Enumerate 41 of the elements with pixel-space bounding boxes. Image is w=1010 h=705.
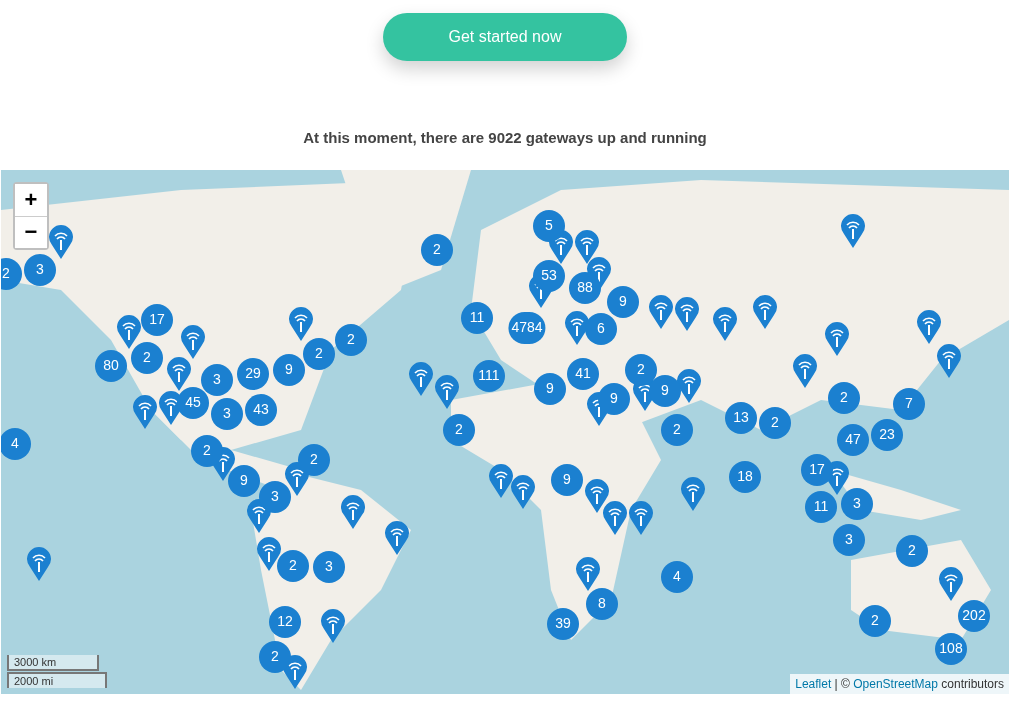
gateway-pin-icon[interactable] — [49, 224, 73, 259]
gateway-pin-icon[interactable] — [917, 309, 941, 344]
gateway-pin-icon[interactable] — [681, 476, 705, 511]
get-started-button[interactable]: Get started now — [383, 13, 627, 61]
gateway-pin-icon[interactable] — [629, 500, 653, 535]
gateway-pin-icon[interactable] — [257, 536, 281, 571]
gateway-pin-icon[interactable] — [385, 520, 409, 555]
gateway-pin-icon[interactable] — [117, 314, 141, 349]
gateway-pin-icon[interactable] — [321, 608, 345, 643]
gateway-pin-icon[interactable] — [289, 306, 313, 341]
gateway-pin-icon[interactable] — [435, 374, 459, 409]
gateway-pin-icon[interactable] — [27, 546, 51, 581]
gateway-pin-icon[interactable] — [825, 321, 849, 356]
attribution-text: Leaflet | © OpenStreetMap contributors — [790, 673, 1009, 694]
gateway-pin-icon[interactable] — [793, 353, 817, 388]
attribution-link[interactable]: Leaflet — [795, 676, 832, 691]
gateway-pin-icon[interactable] — [713, 306, 737, 341]
gateway-pin-icon[interactable] — [677, 368, 701, 403]
gateway-pin-icon[interactable] — [841, 213, 865, 248]
gateway-pin-icon[interactable] — [565, 310, 589, 345]
gateway-pin-icon[interactable] — [649, 294, 673, 329]
gateway-pin-icon[interactable] — [937, 343, 961, 378]
gateway-pin-icon[interactable] — [585, 478, 609, 513]
gateway-pin-icon[interactable] — [133, 394, 157, 429]
gateway-pin-icon[interactable] — [753, 294, 777, 329]
gateway-pin-icon[interactable] — [675, 296, 699, 331]
gateway-pin-icon[interactable] — [409, 361, 433, 396]
gateway-pin-icon[interactable] — [575, 229, 599, 264]
attribution-link[interactable]: OpenStreetMap — [853, 676, 938, 691]
gateway-pin-icon[interactable] — [576, 556, 600, 591]
scale-label: 2000 mi — [7, 671, 107, 688]
gateway-pin-icon[interactable] — [489, 463, 513, 498]
gateway-pin-icon[interactable] — [181, 324, 205, 359]
zoom-out-button[interactable]: − — [15, 215, 47, 248]
gateway-count-heading: At this moment, there are 9022 gateways up and running — [303, 128, 707, 148]
gateway-pin-icon[interactable] — [603, 500, 627, 535]
scale-label: 3000 km — [7, 654, 99, 671]
gateway-pin-icon[interactable] — [939, 566, 963, 601]
gateway-pin-icon[interactable] — [341, 494, 365, 529]
gateway-pin-icon[interactable] — [167, 356, 191, 391]
gateway-pin-icon[interactable] — [511, 474, 535, 509]
